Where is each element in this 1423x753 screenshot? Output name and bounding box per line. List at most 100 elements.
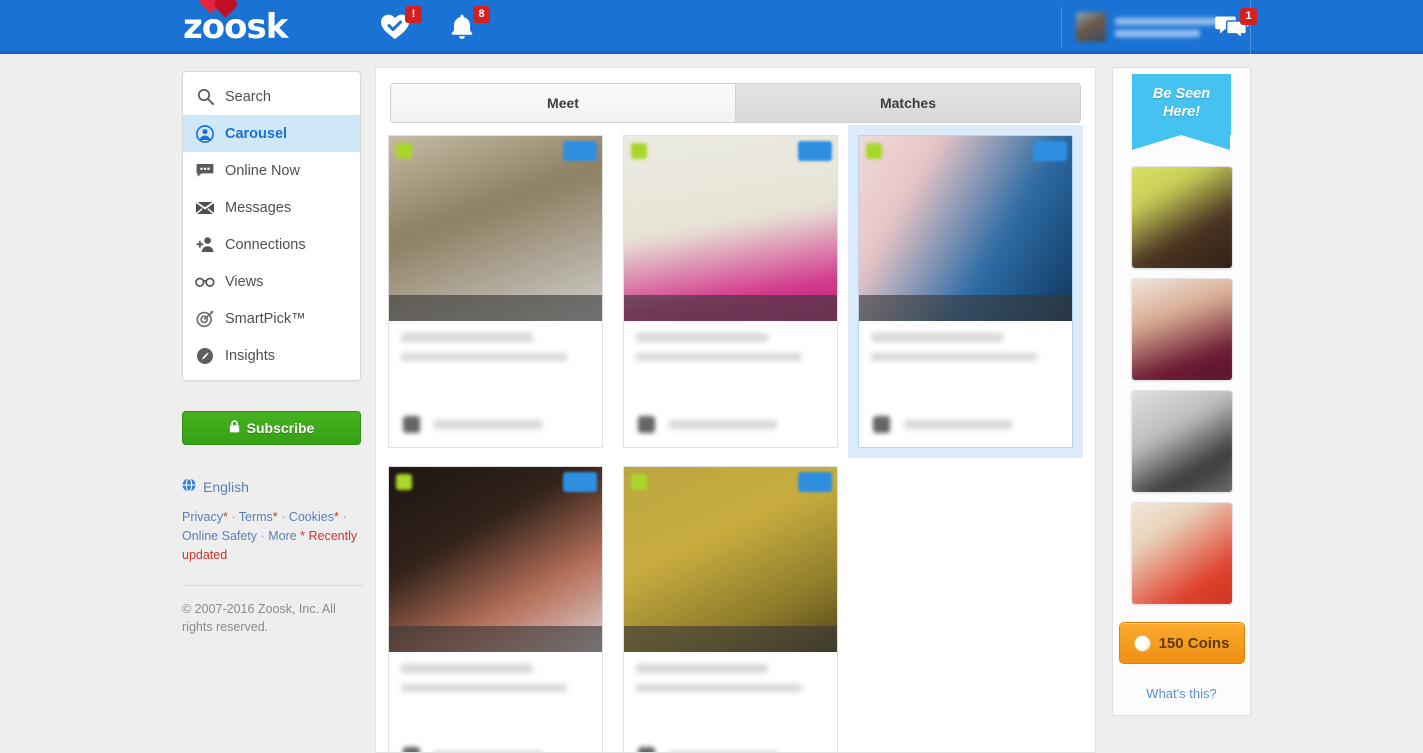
profile-detail-redacted [636, 353, 803, 361]
profile-card[interactable] [388, 466, 603, 752]
globe-icon [182, 478, 196, 495]
content-tabs: Meet Matches [390, 83, 1081, 123]
profile-meta-row [403, 747, 588, 752]
sidebar-item-label: SmartPick™ [225, 310, 306, 327]
sidebar-item-insights[interactable]: Insights [183, 337, 360, 374]
profile-photo[interactable] [389, 136, 602, 321]
photo-caption-strip [859, 295, 1072, 321]
profile-photo-image [624, 467, 837, 652]
profile-meta-row [638, 747, 823, 752]
sidebar-item-messages[interactable]: Messages [183, 189, 360, 226]
profile-photo[interactable] [389, 467, 602, 652]
search-icon [195, 87, 215, 107]
tab-meet[interactable]: Meet [391, 84, 735, 122]
more-link[interactable]: More [268, 529, 296, 543]
sidebar-item-views[interactable]: Views [183, 263, 360, 300]
legal-sep-2: · [281, 510, 286, 524]
profile-meta-row [873, 416, 1058, 433]
whats-this-link[interactable]: What's this? [1113, 686, 1250, 701]
be-seen-promo[interactable]: Be Seen Here! [1113, 74, 1250, 150]
legal-links: Privacy* · Terms* · Cookies* · Online Sa… [182, 508, 364, 565]
terms-link[interactable]: Terms* [239, 510, 278, 524]
profile-card[interactable] [623, 135, 838, 448]
like-action-badge[interactable] [798, 472, 832, 492]
featured-thumbnail[interactable] [1130, 278, 1233, 381]
be-seen-banner: Be Seen Here! [1132, 74, 1231, 150]
sidebar-item-label: Insights [225, 347, 275, 364]
featured-thumbnail[interactable] [1130, 166, 1233, 269]
privacy-link[interactable]: Privacy* [182, 510, 228, 524]
heart-icon-dark [216, 0, 235, 18]
profile-meta-icon [403, 416, 420, 433]
messages-icon-button[interactable]: 1 [1215, 8, 1257, 44]
bell-icon-button[interactable]: 8 [448, 6, 490, 42]
envelope-icon [195, 198, 215, 218]
account-location-redacted [1115, 29, 1201, 37]
terms-star: * [272, 510, 278, 524]
cookies-link[interactable]: Cookies* [289, 510, 339, 524]
heart-check-icon-button[interactable]: ! [380, 6, 422, 42]
account-labels [1115, 17, 1219, 37]
like-action-badge[interactable] [1033, 141, 1067, 161]
profile-card-slot [623, 466, 858, 752]
profile-photo-image [389, 467, 602, 652]
like-action-badge[interactable] [798, 141, 832, 161]
sidebar-item-label: Views [225, 273, 264, 290]
online-safety-link[interactable]: Online Safety [182, 529, 257, 543]
sidebar-item-carousel[interactable]: Carousel [183, 115, 360, 152]
featured-thumbnails [1113, 166, 1250, 605]
photo-caption-strip [624, 295, 837, 321]
heart-check-badge: ! [405, 6, 422, 23]
language-label: English [203, 478, 249, 495]
top-navigation-bar: z oosk ! 8 1 [0, 0, 1423, 54]
featured-thumbnail-image [1131, 503, 1232, 604]
profile-meta-redacted [669, 420, 777, 429]
cookies-star: * [333, 510, 339, 524]
profile-card-slot [388, 466, 623, 752]
profile-name-redacted [401, 333, 534, 342]
online-indicator-badge [396, 143, 412, 159]
profile-card-slot [623, 135, 858, 466]
privacy-star: * [222, 510, 228, 524]
subscribe-label: Subscribe [246, 420, 315, 436]
main-content-panel: Meet Matches [375, 67, 1096, 753]
profile-card-slot [848, 125, 1093, 466]
bell-icon [451, 14, 473, 39]
coins-button[interactable]: 150 Coins [1118, 622, 1245, 664]
chat-dots-icon [195, 161, 215, 181]
profile-card[interactable] [848, 125, 1083, 458]
profile-card[interactable] [623, 466, 838, 752]
profile-card-body [859, 321, 1072, 447]
sidebar-item-search[interactable]: Search [183, 78, 360, 115]
profile-card-body [389, 652, 602, 752]
profile-photo[interactable] [624, 136, 837, 321]
like-action-badge[interactable] [563, 472, 597, 492]
be-seen-line-2: Here! [1162, 104, 1201, 120]
profile-card-body [624, 652, 837, 752]
like-action-badge[interactable] [563, 141, 597, 161]
profile-photo[interactable] [624, 467, 837, 652]
profile-photo-image [624, 136, 837, 321]
profile-detail-redacted [871, 353, 1038, 361]
zoosk-logo[interactable]: z oosk [183, 0, 288, 47]
profile-name-redacted [871, 333, 1004, 342]
sidebar-item-label: Online Now [225, 162, 300, 179]
tab-matches[interactable]: Matches [735, 84, 1080, 122]
sidebar-item-smartpick[interactable]: SmartPick™ [183, 300, 360, 337]
featured-thumbnail[interactable] [1130, 502, 1233, 605]
language-selector[interactable]: English [182, 478, 361, 495]
profile-card[interactable] [388, 135, 603, 448]
profile-meta-icon [403, 747, 420, 752]
featured-thumbnail[interactable] [1130, 390, 1233, 493]
coin-icon [1133, 634, 1151, 652]
sidebar-item-online-now[interactable]: Online Now [183, 152, 360, 189]
subscribe-button[interactable]: Subscribe [182, 411, 361, 445]
profile-photo-image [389, 136, 602, 321]
profile-photo[interactable] [859, 136, 1072, 321]
logo-text-z: z [183, 7, 203, 47]
sidebar-item-label: Connections [225, 236, 306, 253]
profile-meta-row [638, 416, 823, 433]
coins-label: 150 Coins [1158, 634, 1230, 652]
cookies-label: Cookies [288, 510, 334, 524]
sidebar-item-connections[interactable]: Connections [183, 226, 360, 263]
